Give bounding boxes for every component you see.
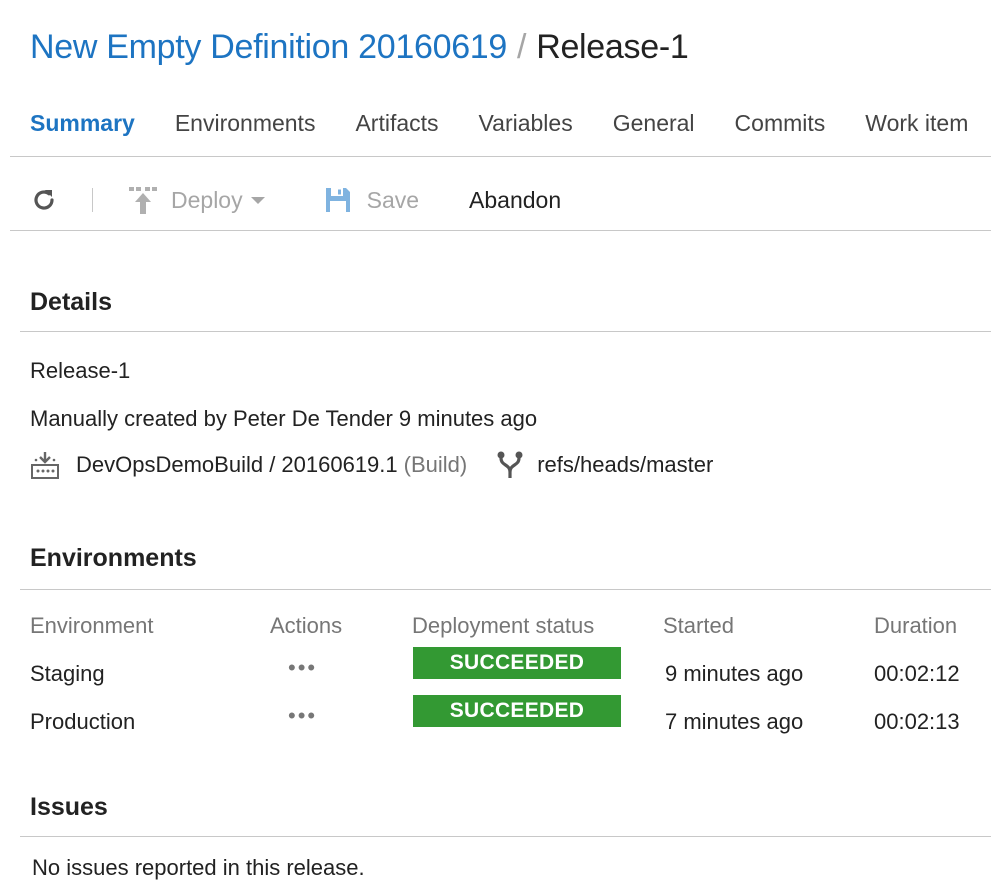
tab-work-items[interactable]: Work item bbox=[865, 110, 968, 137]
refresh-icon bbox=[34, 190, 54, 210]
build-icon bbox=[31, 452, 59, 479]
issues-divider bbox=[20, 836, 991, 837]
toolbar-divider bbox=[92, 188, 93, 212]
started-time: 7 minutes ago bbox=[665, 709, 804, 734]
status-badge: SUCCEEDED bbox=[413, 647, 621, 679]
tab-artifacts[interactable]: Artifacts bbox=[355, 110, 438, 137]
branch-icon bbox=[497, 451, 523, 478]
chevron-down-icon bbox=[250, 196, 265, 204]
breadcrumb-definition-link[interactable]: New Empty Definition 20160619 bbox=[30, 28, 507, 66]
column-header-actions: Actions bbox=[270, 613, 343, 638]
more-actions-icon[interactable]: ••• bbox=[288, 703, 317, 729]
build-link[interactable]: DevOpsDemoBuild / 20160619.1 bbox=[76, 452, 398, 478]
environments-table-header: Environment Actions Deployment status St… bbox=[30, 613, 970, 643]
release-name: Release-1 bbox=[30, 358, 131, 383]
artifact-info: DevOpsDemoBuild / 20160619.1 (Build) ref… bbox=[30, 450, 713, 480]
branch-name[interactable]: refs/heads/master bbox=[537, 452, 713, 478]
table-row[interactable]: Production ••• SUCCEEDED 7 minutes ago 0… bbox=[30, 695, 970, 739]
column-header-duration: Duration bbox=[874, 613, 958, 638]
duration: 00:02:12 bbox=[874, 661, 960, 686]
save-icon bbox=[325, 188, 350, 212]
tabs-divider bbox=[10, 156, 991, 157]
save-label: Save bbox=[366, 186, 420, 213]
deploy-icon bbox=[129, 187, 157, 214]
table-row[interactable]: Staging ••• SUCCEEDED 9 minutes ago 00:0… bbox=[30, 647, 970, 691]
toolbar: Deploy Save Abandon bbox=[30, 180, 561, 220]
tab-commits[interactable]: Commits bbox=[735, 110, 826, 137]
release-summary-page: New Empty Definition 20160619/Release-1 … bbox=[0, 0, 991, 891]
build-type: (Build) bbox=[403, 452, 468, 477]
deploy-label: Deploy bbox=[171, 186, 243, 213]
environment-name[interactable]: Production bbox=[30, 709, 135, 735]
environments-divider bbox=[20, 589, 991, 590]
toolbar-divider-line bbox=[10, 230, 991, 231]
column-header-started: Started bbox=[663, 613, 734, 638]
breadcrumb-separator: / bbox=[517, 28, 527, 66]
issues-heading: Issues bbox=[30, 793, 108, 821]
issues-message: No issues reported in this release. bbox=[32, 855, 365, 880]
column-header-environment: Environment bbox=[30, 613, 154, 638]
details-heading: Details bbox=[30, 288, 112, 316]
tab-general[interactable]: General bbox=[613, 110, 695, 137]
tab-summary[interactable]: Summary bbox=[30, 110, 135, 137]
duration: 00:02:13 bbox=[874, 709, 960, 734]
page-title: Release-1 bbox=[536, 28, 689, 66]
environment-name[interactable]: Staging bbox=[30, 661, 105, 687]
status-badge: SUCCEEDED bbox=[413, 695, 621, 727]
save-button[interactable]: Save bbox=[325, 187, 419, 214]
details-divider bbox=[20, 331, 991, 332]
breadcrumb: New Empty Definition 20160619 /Release-1 bbox=[30, 28, 689, 67]
abandon-button[interactable]: Abandon bbox=[469, 187, 561, 214]
tab-variables[interactable]: Variables bbox=[479, 110, 573, 137]
deploy-button[interactable]: Deploy bbox=[127, 184, 265, 216]
column-header-deployment-status: Deployment status bbox=[412, 613, 595, 638]
refresh-button[interactable] bbox=[30, 186, 58, 214]
tab-bar: Summary Environments Artifacts Variables… bbox=[30, 110, 991, 137]
more-actions-icon[interactable]: ••• bbox=[288, 655, 317, 681]
created-by-text: Manually created by Peter De Tender 9 mi… bbox=[30, 406, 538, 431]
started-time: 9 minutes ago bbox=[665, 661, 804, 686]
environments-heading: Environments bbox=[30, 544, 197, 572]
tab-environments[interactable]: Environments bbox=[175, 110, 316, 137]
